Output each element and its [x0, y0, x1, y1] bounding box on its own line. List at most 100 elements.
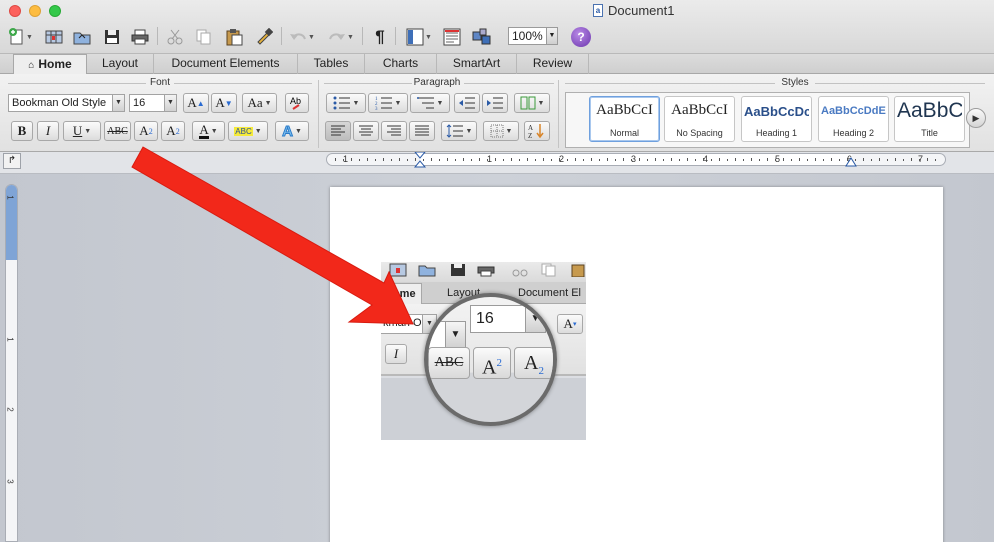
- increase-indent-icon: [487, 97, 503, 109]
- ruler-tick: [695, 159, 696, 161]
- minimize-window-button[interactable]: [29, 5, 41, 17]
- justify-button[interactable]: [409, 121, 435, 141]
- tab-charts[interactable]: Charts: [365, 54, 437, 74]
- tab-layout[interactable]: Layout: [87, 54, 154, 74]
- magnified-strikethrough: ABC: [428, 347, 470, 379]
- multilevel-list-button[interactable]: ▼: [410, 93, 450, 113]
- new-document-button[interactable]: ▼: [7, 26, 35, 48]
- subscript-button[interactable]: A2: [161, 121, 185, 141]
- style-title[interactable]: AaBbC Title: [894, 96, 965, 142]
- tab-stop-selector[interactable]: ↱: [3, 153, 21, 169]
- cut-button[interactable]: [164, 26, 186, 48]
- line-spacing-button[interactable]: ▼: [441, 121, 477, 141]
- chevron-down-icon: ▼: [112, 95, 124, 111]
- style-heading-1[interactable]: AaBbCcDc Heading 1: [741, 96, 812, 142]
- change-case-button[interactable]: Aa ▼: [242, 93, 277, 113]
- vertical-ruler[interactable]: 1 1 2 3: [5, 184, 18, 542]
- style-heading-2[interactable]: AaBbCcDdEe Heading 2: [818, 96, 889, 142]
- close-window-button[interactable]: [9, 5, 21, 17]
- toolbox-button[interactable]: [470, 26, 494, 48]
- format-painter-button[interactable]: [252, 26, 276, 48]
- first-line-indent-marker[interactable]: [413, 152, 427, 170]
- bullets-button[interactable]: ▼: [326, 93, 366, 113]
- style-no-spacing[interactable]: AaBbCcI No Spacing: [664, 96, 735, 142]
- zoom-select[interactable]: 100% ▼: [508, 27, 558, 45]
- group-divider: [174, 83, 312, 84]
- chevron-down-icon: ▼: [254, 127, 262, 135]
- ruler-tick: [447, 158, 448, 161]
- templates-icon: [389, 263, 407, 277]
- help-icon[interactable]: ?: [571, 27, 591, 47]
- shrink-font-button[interactable]: A ▼: [211, 93, 237, 113]
- chevron-down-icon: ▼: [164, 95, 176, 111]
- tab-document-elements[interactable]: Document Elements: [154, 54, 298, 74]
- ruler-tick: [407, 159, 408, 161]
- ruler-tick: [455, 159, 456, 161]
- clear-formatting-button[interactable]: Ab: [285, 93, 309, 113]
- strikethrough-button[interactable]: ABC: [104, 121, 131, 141]
- ruler-tick: [823, 159, 824, 161]
- show-formatting-button[interactable]: ¶: [370, 26, 390, 48]
- ruler-tick: [759, 159, 760, 161]
- paste-button[interactable]: [222, 26, 246, 48]
- bold-button[interactable]: B: [11, 121, 33, 141]
- horizontal-ruler[interactable]: 1 1 2 3 4 5 6 7: [326, 152, 946, 168]
- window-title: a Document1: [593, 3, 674, 18]
- chevron-down-icon: ▼: [537, 99, 545, 107]
- decrease-indent-button[interactable]: [454, 93, 480, 113]
- open-icon: [418, 265, 436, 277]
- font-size-select[interactable]: 16 ▼: [129, 94, 177, 112]
- align-left-button[interactable]: [325, 121, 351, 141]
- superscript-button[interactable]: A2: [134, 121, 158, 141]
- sort-button[interactable]: AZ: [524, 121, 550, 141]
- font-name-select[interactable]: Bookman Old Style ▼: [8, 94, 125, 112]
- align-right-button[interactable]: [381, 121, 407, 141]
- cut-icon: [512, 269, 528, 277]
- chevron-down-icon: ▼: [445, 322, 465, 348]
- copy-button[interactable]: [193, 26, 215, 48]
- print-button[interactable]: [129, 26, 151, 48]
- ruler-tick: [575, 158, 576, 161]
- group-divider: [324, 83, 412, 84]
- styles-next-button[interactable]: ▶: [966, 108, 986, 128]
- ruler-tick: [503, 159, 504, 161]
- sidebar-button[interactable]: ▼: [402, 26, 436, 48]
- ruler-tick: [519, 159, 520, 161]
- italic-button[interactable]: I: [37, 121, 59, 141]
- columns-button[interactable]: ▼: [514, 93, 550, 113]
- group-separator: [318, 80, 319, 148]
- group-divider: [815, 83, 985, 84]
- ruler-tick: [655, 158, 656, 161]
- undo-button[interactable]: ▼: [287, 26, 317, 48]
- underline-button[interactable]: U ▼: [63, 121, 101, 141]
- open-button[interactable]: [71, 26, 93, 48]
- ruler-tick: [551, 159, 552, 161]
- highlight-button[interactable]: ABC ▼: [228, 121, 268, 141]
- tab-tables[interactable]: Tables: [298, 54, 365, 74]
- ruler-tick: [727, 159, 728, 161]
- redo-button[interactable]: ▼: [325, 26, 357, 48]
- arrow-up-icon: ▲: [196, 98, 205, 108]
- font-color-button[interactable]: A ▼: [192, 121, 225, 141]
- ruler-tick: [463, 158, 464, 161]
- increase-indent-button[interactable]: [482, 93, 508, 113]
- numbering-button[interactable]: 123 ▼: [368, 93, 408, 113]
- grow-font-button[interactable]: A ▲: [183, 93, 209, 113]
- borders-button[interactable]: ▼: [483, 121, 519, 141]
- media-browser-icon: [443, 28, 461, 46]
- style-normal[interactable]: AaBbCcI Normal: [589, 96, 660, 142]
- maximize-window-button[interactable]: [49, 5, 61, 17]
- media-browser-button[interactable]: [441, 26, 463, 48]
- save-button[interactable]: [101, 26, 123, 48]
- text-effects-button[interactable]: A ▼: [275, 121, 309, 141]
- templates-button[interactable]: [43, 26, 65, 48]
- tab-home[interactable]: ⌂ Home: [13, 54, 87, 75]
- ruler-tick: [383, 158, 384, 161]
- align-center-button[interactable]: [353, 121, 379, 141]
- justify-icon: [415, 125, 429, 136]
- paste-icon: [571, 264, 585, 277]
- tab-review[interactable]: Review: [517, 54, 589, 74]
- ruler-tick: [799, 158, 800, 161]
- tab-smartart[interactable]: SmartArt: [437, 54, 517, 74]
- ruler-tick: [359, 159, 360, 161]
